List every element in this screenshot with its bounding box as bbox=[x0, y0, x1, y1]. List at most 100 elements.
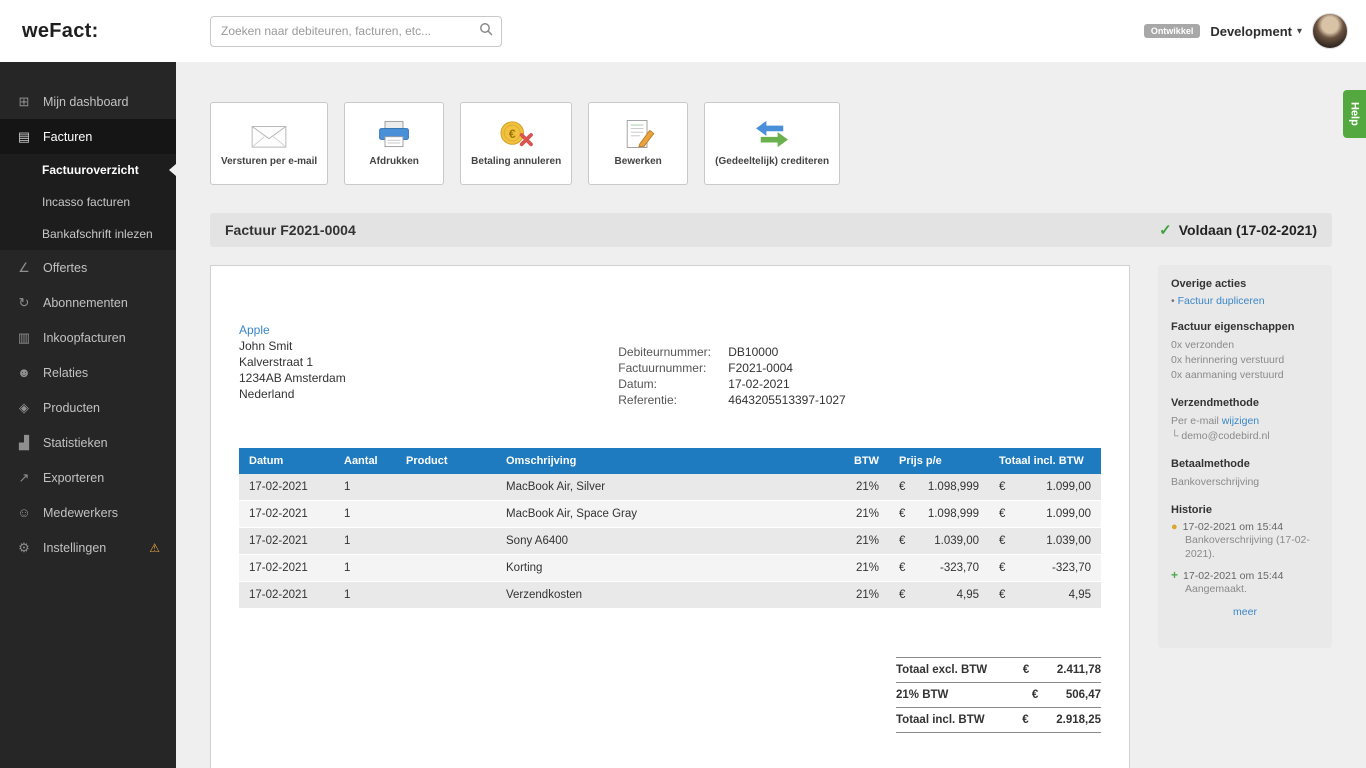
invoice-icon: ▤ bbox=[16, 129, 32, 145]
global-search[interactable] bbox=[210, 16, 502, 47]
edit-icon bbox=[620, 119, 656, 149]
sidebar-item-dashboard[interactable]: ⊞ Mijn dashboard bbox=[0, 84, 176, 119]
currency-symbol: € bbox=[999, 508, 1005, 520]
more-history-link[interactable]: meer bbox=[1233, 606, 1257, 618]
invoice-preview: Apple John Smit Kalverstraat 1 1234AB Am… bbox=[210, 265, 1130, 768]
cell-product bbox=[396, 528, 496, 554]
table-row[interactable]: 17-02-2021 1 Korting 21% €-323,70 €-323,… bbox=[239, 555, 1101, 582]
sidebar-item-statistieken[interactable]: ▟ Statistieken bbox=[0, 425, 176, 460]
invoice-totals: Totaal excl. BTW € 2.411,78 21% BTW € 50… bbox=[896, 657, 1101, 733]
sidebar-item-abonnementen[interactable]: ↻ Abonnementen bbox=[0, 285, 176, 320]
col-header-aantal: Aantal bbox=[334, 448, 396, 474]
currency-symbol: € bbox=[1023, 664, 1057, 676]
total-btw: 21% BTW € 506,47 bbox=[896, 682, 1101, 707]
currency-symbol: € bbox=[999, 481, 1005, 493]
cell-aantal: 1 bbox=[334, 474, 396, 500]
cell-product bbox=[396, 501, 496, 527]
cell-totaal: €1.039,00 bbox=[989, 528, 1101, 554]
sidebar-subitem-bankafschrift-inlezen[interactable]: Bankafschrift inlezen bbox=[0, 218, 176, 250]
sidebar-item-offertes[interactable]: ∠ Offertes bbox=[0, 250, 176, 285]
cell-totaal: €1.099,00 bbox=[989, 474, 1101, 500]
environment-badge: Ontwikkel bbox=[1144, 24, 1201, 38]
dashboard-icon: ⊞ bbox=[16, 94, 32, 110]
sidebar-item-relaties[interactable]: ☻ Relaties bbox=[0, 355, 176, 390]
sidebar-item-inkoopfacturen[interactable]: ▥ Inkoopfacturen bbox=[0, 320, 176, 355]
corner-icon: └ bbox=[1171, 430, 1178, 442]
sidebar-item-label: Mijn dashboard bbox=[43, 95, 128, 109]
send-email-button[interactable]: Versturen per e-mail bbox=[210, 102, 328, 185]
customer-name-link[interactable]: Apple bbox=[239, 322, 618, 338]
help-tab[interactable]: Help bbox=[1343, 90, 1366, 138]
credit-button[interactable]: (Gedeeltelijk) crediteren bbox=[704, 102, 840, 185]
sidebar-item-exporteren[interactable]: ↗ Exporteren bbox=[0, 460, 176, 495]
history-entry: ● 17-02-2021 om 15:44 Bankoverschrijving… bbox=[1171, 521, 1319, 561]
main-content: Versturen per e-mail Afdrukken bbox=[176, 62, 1366, 768]
sidebar-item-medewerkers[interactable]: ☺ Medewerkers bbox=[0, 495, 176, 530]
environment-dropdown[interactable]: Development ▾ bbox=[1210, 24, 1302, 39]
warning-icon: ⚠ bbox=[149, 541, 160, 555]
change-shipping-link[interactable]: wijzigen bbox=[1222, 415, 1259, 427]
search-input[interactable] bbox=[221, 24, 479, 38]
table-row[interactable]: 17-02-2021 1 MacBook Air, Silver 21% €1.… bbox=[239, 474, 1101, 501]
active-item-arrow-icon bbox=[169, 164, 176, 176]
cell-totaal: €4,95 bbox=[989, 582, 1101, 608]
cell-btw: 21% bbox=[837, 582, 889, 608]
sidebar-item-label: Facturen bbox=[43, 130, 92, 144]
facturen-submenu: Factuuroverzicht Incasso facturen Bankaf… bbox=[0, 154, 176, 250]
cancel-payment-button[interactable]: € Betaling annuleren bbox=[460, 102, 572, 185]
sidebar-item-producten[interactable]: ◈ Producten bbox=[0, 390, 176, 425]
gear-icon: ⚙ bbox=[16, 540, 32, 556]
invoice-meta: Debiteurnummer: DB10000 Factuurnummer: F… bbox=[618, 344, 845, 408]
shipping-email: demo@codebird.nl bbox=[1181, 430, 1269, 442]
print-button[interactable]: Afdrukken bbox=[344, 102, 444, 185]
sidebar: ⊞ Mijn dashboard ▤ Facturen Factuuroverz… bbox=[0, 62, 176, 768]
sidebar-subitem-incasso-facturen[interactable]: Incasso facturen bbox=[0, 186, 176, 218]
cell-datum: 17-02-2021 bbox=[239, 582, 334, 608]
cell-omschrijving: Sony A6400 bbox=[496, 528, 837, 554]
table-row[interactable]: 17-02-2021 1 MacBook Air, Space Gray 21%… bbox=[239, 501, 1101, 528]
history-time: 17-02-2021 om 15:44 bbox=[1183, 570, 1283, 582]
cell-totaal: €-323,70 bbox=[989, 555, 1101, 581]
payment-method-title: Betaalmethode bbox=[1171, 458, 1319, 470]
topbar: weFact: Ontwikkel Development ▾ bbox=[0, 0, 1366, 62]
statistics-icon: ▟ bbox=[16, 435, 32, 451]
button-label: Versturen per e-mail bbox=[221, 156, 317, 169]
cell-datum: 17-02-2021 bbox=[239, 474, 334, 500]
invoice-properties-title: Factuur eigenschappen bbox=[1171, 321, 1319, 333]
edit-button[interactable]: Bewerken bbox=[588, 102, 688, 185]
button-label: (Gedeeltelijk) crediteren bbox=[715, 156, 829, 169]
table-row[interactable]: 17-02-2021 1 Sony A6400 21% €1.039,00 €1… bbox=[239, 528, 1101, 555]
cell-btw: 21% bbox=[837, 528, 889, 554]
employees-icon: ☺ bbox=[16, 505, 32, 520]
table-row[interactable]: 17-02-2021 1 Verzendkosten 21% €4,95 €4,… bbox=[239, 582, 1101, 609]
cell-aantal: 1 bbox=[334, 528, 396, 554]
currency-symbol: € bbox=[899, 535, 905, 547]
cell-omschrijving: Korting bbox=[496, 555, 837, 581]
cell-omschrijving: MacBook Air, Silver bbox=[496, 474, 837, 500]
history-desc: Bankoverschrijving (17-02-2021). bbox=[1171, 533, 1319, 561]
cell-totaal: €1.099,00 bbox=[989, 501, 1101, 527]
wefact-app: weFact: Ontwikkel Development ▾ ⊞ Mijn d… bbox=[0, 0, 1366, 768]
currency-symbol: € bbox=[1032, 689, 1066, 701]
sidebar-item-label: Offertes bbox=[43, 261, 87, 275]
cell-aantal: 1 bbox=[334, 582, 396, 608]
sidebar-item-instellingen[interactable]: ⚙ Instellingen ⚠ bbox=[0, 530, 176, 565]
sidebar-item-label: Statistieken bbox=[43, 436, 108, 450]
sidebar-subitem-factuuroverzicht[interactable]: Factuuroverzicht bbox=[0, 154, 176, 186]
user-avatar[interactable] bbox=[1312, 13, 1348, 49]
total-incl-btw: Totaal incl. BTW € 2.918,25 bbox=[896, 707, 1101, 733]
printer-icon bbox=[376, 119, 412, 149]
currency-symbol: € bbox=[999, 589, 1005, 601]
total-excl-btw: Totaal excl. BTW € 2.411,78 bbox=[896, 657, 1101, 682]
button-label: Betaling annuleren bbox=[471, 156, 561, 169]
sidebar-item-label: Abonnementen bbox=[43, 296, 128, 310]
cell-aantal: 1 bbox=[334, 501, 396, 527]
search-icon bbox=[479, 22, 493, 41]
cell-prijs: €4,95 bbox=[889, 582, 989, 608]
sidebar-item-facturen[interactable]: ▤ Facturen bbox=[0, 119, 176, 154]
shipping-method-title: Verzendmethode bbox=[1171, 397, 1319, 409]
cell-datum: 17-02-2021 bbox=[239, 528, 334, 554]
history-title: Historie bbox=[1171, 504, 1319, 516]
currency-symbol: € bbox=[899, 481, 905, 493]
duplicate-invoice-link[interactable]: Factuur dupliceren bbox=[1178, 295, 1265, 307]
